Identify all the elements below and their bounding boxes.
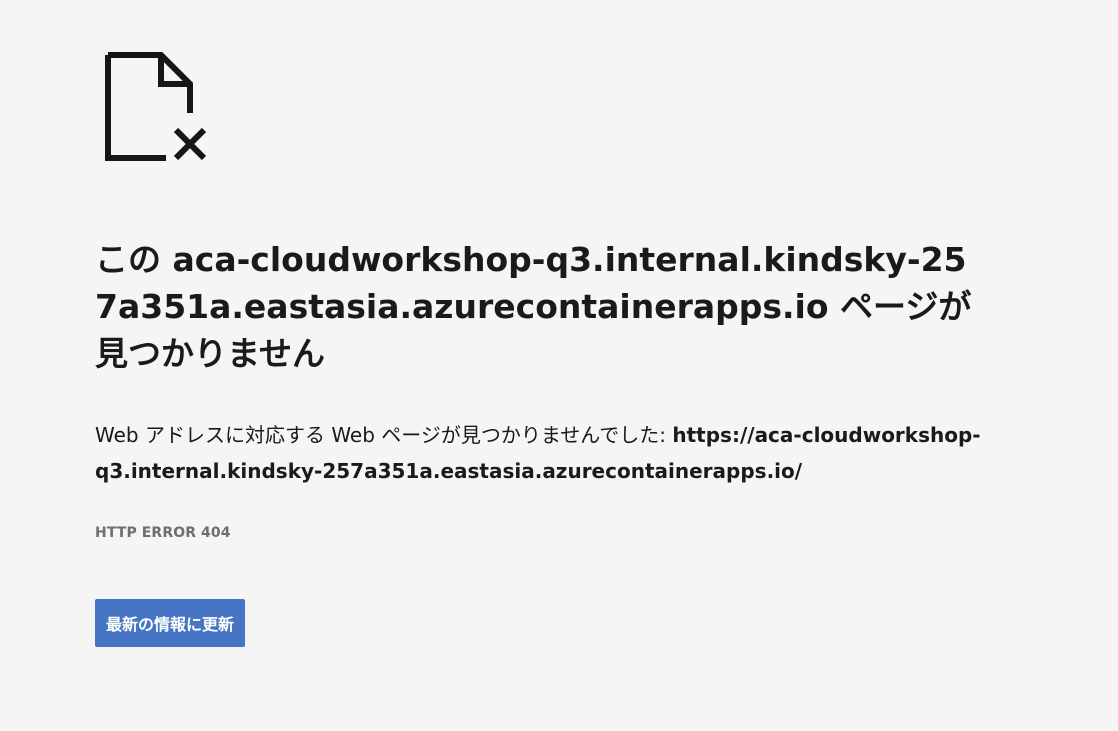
error-code: HTTP ERROR 404	[95, 525, 231, 541]
file-not-found-icon	[105, 52, 207, 161]
refresh-button[interactable]: 最新の情報に更新	[95, 599, 245, 647]
page-title: この aca-cloudworkshop-q3.internal.kindsky…	[95, 240, 972, 373]
error-page-content: この aca-cloudworkshop-q3.internal.kindsky…	[95, 52, 985, 541]
description-text: Web アドレスに対応する Web ページが見つかりませんでした:	[95, 423, 673, 447]
error-description: Web アドレスに対応する Web ページが見つかりませんでした: https:…	[95, 417, 985, 489]
